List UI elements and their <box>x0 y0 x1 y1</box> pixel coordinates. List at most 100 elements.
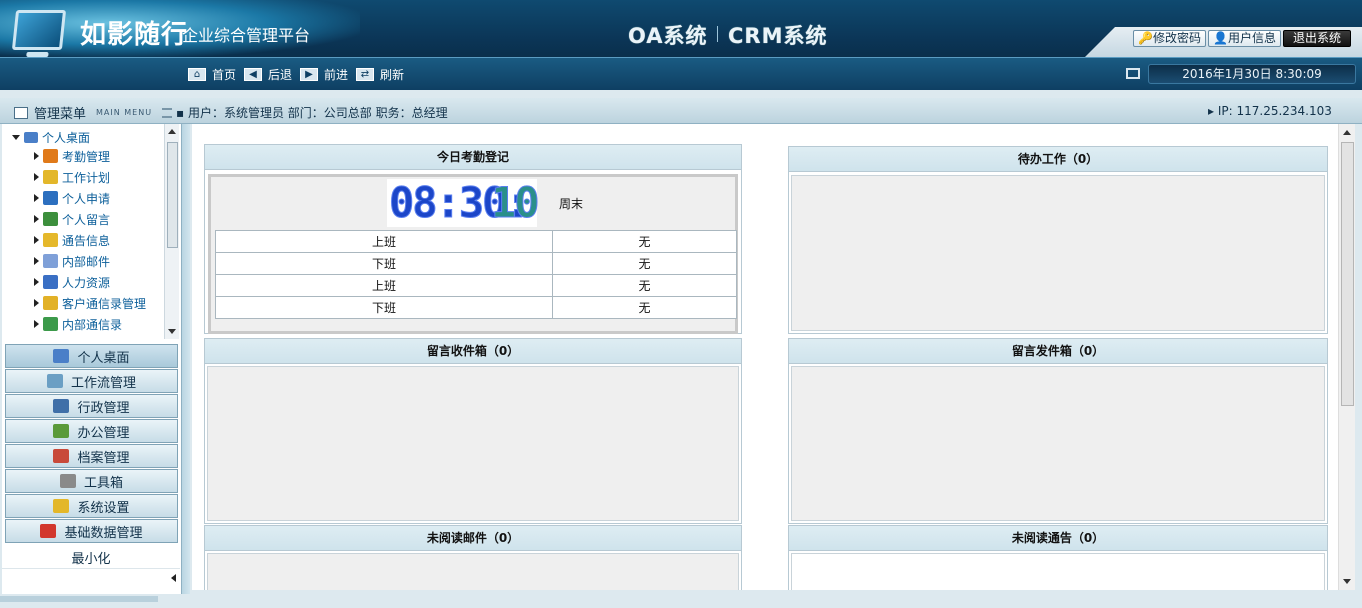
outbox-panel-body <box>791 366 1325 521</box>
clock-seconds: 10 <box>491 178 541 227</box>
scroll-up-icon[interactable] <box>168 129 176 134</box>
unread-mail-panel-title[interactable]: 未阅读邮件（0） <box>205 526 741 551</box>
refresh-button[interactable]: ⇄ 刷新 <box>356 66 404 83</box>
crm-system-link[interactable]: CRM系统 <box>728 20 827 50</box>
oa-system-link[interactable]: OA系统 <box>628 20 708 50</box>
inbox-panel: 留言收件箱（0） <box>204 338 742 524</box>
outbox-panel-title[interactable]: 留言发件箱（0） <box>789 339 1327 364</box>
tree-item-label: 个人申请 <box>62 191 111 206</box>
forward-button[interactable]: ▶ 前进 <box>300 66 348 83</box>
pencil-icon <box>53 499 70 513</box>
unread-mail-panel-body <box>207 553 739 590</box>
module-label: 行政管理 <box>77 400 130 416</box>
digital-clock: 08:30: 10 <box>387 178 541 227</box>
main-scrollbar[interactable] <box>1338 124 1355 590</box>
module-button[interactable]: 工具箱 <box>5 469 178 493</box>
person-icon <box>43 275 58 289</box>
expand-icon[interactable] <box>34 278 39 286</box>
tree-item-label: 客户通信录管理 <box>62 296 147 311</box>
inbox-panel-body <box>207 366 739 521</box>
desktop-icon <box>53 349 70 363</box>
forward-label: 前进 <box>324 68 349 82</box>
table-row: 上班无 <box>215 230 737 253</box>
weekday-label: 周末 <box>559 197 584 211</box>
module-button[interactable]: 办公管理 <box>5 419 178 443</box>
monitor-logo-icon <box>11 10 67 50</box>
expand-icon[interactable] <box>34 194 39 202</box>
module-button[interactable]: 行政管理 <box>5 394 178 418</box>
user-info-label: 用户信息 <box>1227 31 1276 45</box>
book-icon <box>43 296 58 310</box>
tree-item[interactable]: 人力资源 <box>34 273 110 291</box>
tree-item[interactable]: 通告信息 <box>34 231 110 249</box>
menu-tree: 个人桌面 考勤管理工作计划个人申请个人留言通告信息内部邮件人力资源客户通信录管理… <box>2 124 164 339</box>
inbox-panel-title[interactable]: 留言收件箱（0） <box>205 339 741 364</box>
scrollbar-thumb[interactable] <box>1341 142 1354 406</box>
home-button[interactable]: ⌂ 首页 <box>188 66 236 83</box>
unread-notice-panel: 未阅读通告（0） <box>788 525 1328 590</box>
tree-item[interactable]: 客户通信录管理 <box>34 294 146 312</box>
table-row: 下班无 <box>215 296 737 319</box>
module-label: 系统设置 <box>77 500 130 516</box>
attendance-value: 无 <box>552 296 737 319</box>
expand-icon[interactable] <box>34 215 39 223</box>
menu-title: 管理菜单 MAIN MENU <box>14 103 173 122</box>
module-button[interactable]: 系统设置 <box>5 494 178 518</box>
tree-item-label: 内部邮件 <box>62 254 111 269</box>
scrollbar-thumb[interactable] <box>167 142 178 248</box>
mail-icon <box>43 254 58 268</box>
scroll-down-icon[interactable] <box>1343 579 1351 584</box>
tree-item[interactable]: 工作计划 <box>34 168 110 186</box>
ip-line: IP: 117.25.234.103 <box>1217 104 1332 118</box>
tree-item-label: 人力资源 <box>62 275 111 290</box>
logo-title: 如影随行 <box>80 20 189 50</box>
expand-icon[interactable] <box>34 299 39 307</box>
tree-item-label: 通告信息 <box>62 233 111 248</box>
unread-notice-panel-title[interactable]: 未阅读通告（0） <box>789 526 1327 551</box>
plug-icon <box>40 524 57 538</box>
users-icon <box>43 212 58 226</box>
change-password-button[interactable]: 🔑修改密码 <box>1133 30 1206 47</box>
expand-icon[interactable] <box>34 236 39 244</box>
tree-item[interactable]: 个人留言 <box>34 210 110 228</box>
tree-scrollbar[interactable] <box>164 124 179 339</box>
table-row: 上班无 <box>215 274 737 297</box>
divider <box>717 26 718 42</box>
scroll-up-icon[interactable] <box>1343 130 1351 135</box>
sidebar-hscroll[interactable] <box>2 568 180 588</box>
pencil-icon <box>43 170 58 184</box>
tree-item[interactable]: 内部通信录 <box>34 315 122 333</box>
logout-button[interactable]: 退出系统 <box>1283 30 1351 47</box>
tree-item-label: 个人留言 <box>62 212 111 227</box>
tree-root-personal-desktop[interactable]: 个人桌面 <box>12 129 90 146</box>
attendance-value: 无 <box>552 274 737 297</box>
tree-item[interactable]: 内部邮件 <box>34 252 110 270</box>
ip-info: ▸ IP: 117.25.234.103 <box>1208 104 1332 118</box>
tree-item[interactable]: 个人申请 <box>34 189 110 207</box>
sidebar-footer <box>0 596 158 602</box>
menu-icon <box>14 106 28 119</box>
scroll-left-icon[interactable] <box>171 574 176 582</box>
sidebar: 个人桌面 考勤管理工作计划个人申请个人留言通告信息内部邮件人力资源客户通信录管理… <box>2 124 182 594</box>
todo-panel-title[interactable]: 待办工作（0） <box>789 147 1327 172</box>
attendance-panel-title: 今日考勤登记 <box>205 145 741 170</box>
attendance-value: 无 <box>552 252 737 275</box>
menu-title-en: MAIN MENU <box>96 108 153 117</box>
user-info-button[interactable]: 👤用户信息 <box>1208 30 1281 47</box>
expand-icon[interactable] <box>34 320 39 328</box>
sidebar-splitter[interactable] <box>182 124 190 594</box>
tree-item[interactable]: 考勤管理 <box>34 147 110 165</box>
module-button[interactable]: 个人桌面 <box>5 344 178 368</box>
back-button[interactable]: ◀ 后退 <box>244 66 292 83</box>
expand-icon[interactable] <box>34 173 39 181</box>
expand-icon[interactable] <box>34 152 39 160</box>
tree-root-label: 个人桌面 <box>42 131 91 145</box>
expand-icon[interactable] <box>12 135 20 140</box>
minimize-button[interactable]: 最小化 <box>2 548 180 568</box>
expand-icon[interactable] <box>34 257 39 265</box>
scroll-down-icon[interactable] <box>168 329 176 334</box>
module-button[interactable]: 工作流管理 <box>5 369 178 393</box>
user-info-text: ▪ 用户：系统管理员 部门：公司总部 职务：总经理 <box>176 106 448 120</box>
module-button[interactable]: 档案管理 <box>5 444 178 468</box>
module-button[interactable]: 基础数据管理 <box>5 519 178 543</box>
